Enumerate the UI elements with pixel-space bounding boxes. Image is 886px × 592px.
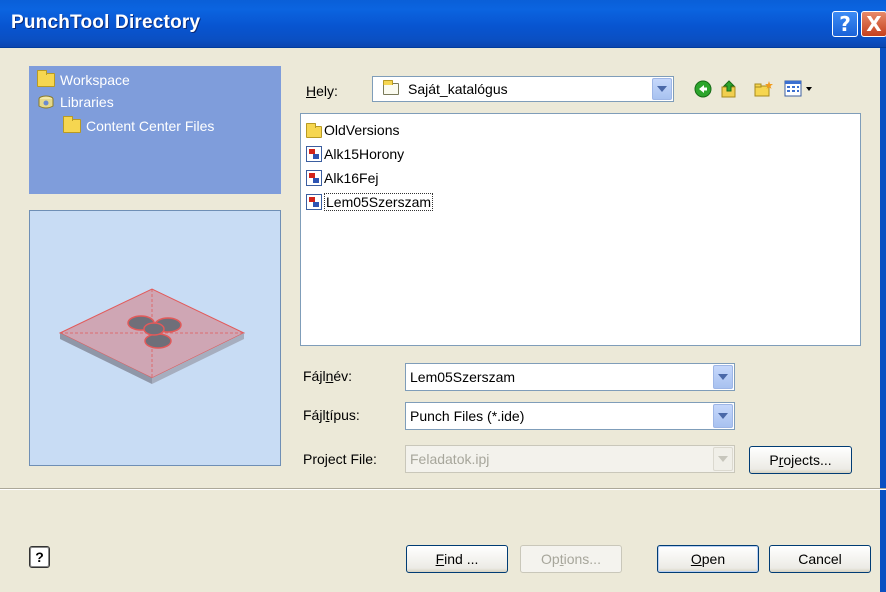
chevron-down-icon[interactable] [713,404,733,428]
filename-field[interactable]: Lem05Szerszam [405,363,735,391]
help-title-button[interactable]: ? [832,11,858,37]
location-value: Saját_katalógus [408,81,508,97]
location-label: Hely: [306,83,338,99]
project-file-value: Feladatok.ipj [410,451,490,467]
place-label: Libraries [60,94,114,110]
window-border [880,48,886,592]
place-label: Content Center Files [86,118,215,134]
file-name: Lem05Szerszam [324,193,434,211]
project-file-label: Project File: [303,451,377,467]
list-item[interactable]: Alk15Horony [306,144,404,164]
filename-value: Lem05Szerszam [410,369,516,385]
place-libraries[interactable]: Libraries [37,94,114,110]
options-button: Options... [520,545,622,573]
find-button[interactable]: Find ... [406,545,508,573]
place-content-center-files[interactable]: Content Center Files [63,116,215,134]
new-folder-icon[interactable] [752,78,774,100]
punch-file-icon [306,170,322,186]
places-panel: Workspace Libraries Content Center Files [29,66,281,194]
chevron-down-icon[interactable] [713,365,733,389]
place-label: Workspace [60,72,130,88]
close-button[interactable]: X [861,11,886,37]
list-item[interactable]: Alk16Fej [306,168,378,188]
punch-file-icon [306,194,322,210]
file-name: OldVersions [324,122,400,138]
title-bar: PunchTool Directory ? X [0,0,886,48]
file-name: Alk15Horony [324,146,405,162]
project-file-dropdown: Feladatok.ipj [405,445,735,473]
punch-file-icon [306,146,322,162]
filetype-dropdown[interactable]: Punch Files (*.ide) [405,402,735,430]
preview-pane [29,210,281,466]
projects-button[interactable]: Projects... [749,446,852,474]
folder-icon [37,70,55,87]
list-item[interactable]: OldVersions [306,120,399,140]
location-dropdown[interactable]: Saját_katalógus [372,76,674,102]
part-preview-image [58,288,246,384]
folder-icon [383,80,399,95]
chevron-down-icon[interactable] [652,78,672,100]
window-title: PunchTool Directory [11,12,201,33]
filetype-label: Fájltípus: [303,407,360,423]
place-workspace[interactable]: Workspace [37,70,130,88]
list-item-selected[interactable]: Lem05Szerszam [306,192,434,212]
separator [0,488,886,490]
close-icon: X [866,12,882,36]
filename-label: Fájlnév: [303,368,353,384]
views-menu-icon[interactable] [784,78,818,100]
file-list[interactable]: OldVersions Alk15Horony Alk16Fej Lem05Sz… [300,113,861,346]
back-icon[interactable] [692,78,714,100]
libraries-icon [37,95,55,110]
up-folder-icon[interactable] [718,78,740,100]
filetype-value: Punch Files (*.ide) [410,408,525,424]
help-icon: ? [839,12,851,36]
open-button[interactable]: Open [657,545,759,573]
cancel-button[interactable]: Cancel [769,545,871,573]
folder-icon [306,122,322,138]
folder-icon [63,116,81,133]
chevron-down-icon [713,447,733,471]
help-icon[interactable]: ? [29,546,50,568]
file-name: Alk16Fej [324,170,379,186]
